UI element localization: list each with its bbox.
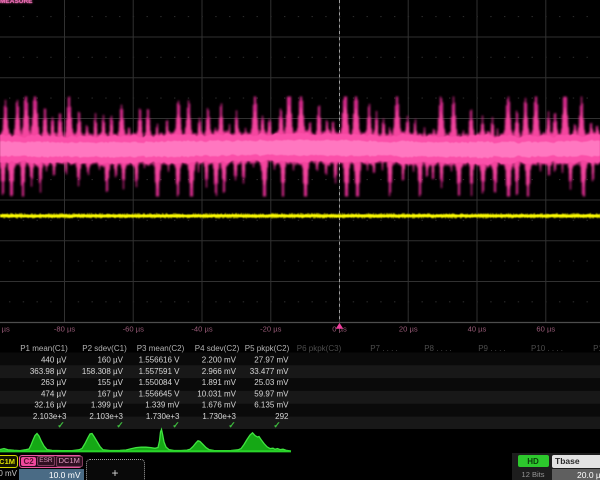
svg-text:2.200 mV: 2.200 mV <box>202 356 237 365</box>
svg-text:1.399 µV: 1.399 µV <box>91 401 124 410</box>
svg-text:P9 . . . .: P9 . . . . <box>478 344 506 353</box>
svg-text:1.556645 V: 1.556645 V <box>139 389 181 398</box>
svg-text:60 µs: 60 µs <box>536 325 555 334</box>
svg-text:P1 mean(C1): P1 mean(C1) <box>20 344 68 353</box>
svg-text:263 µV: 263 µV <box>41 378 67 387</box>
svg-text:440 µV: 440 µV <box>41 356 67 365</box>
svg-text:✓: ✓ <box>172 420 180 430</box>
svg-text:✓: ✓ <box>57 420 65 430</box>
svg-text:6.135 mV: 6.135 mV <box>254 401 289 410</box>
svg-text:-60 µs: -60 µs <box>123 325 144 334</box>
svg-text:P7 . . . .: P7 . . . . <box>370 344 398 353</box>
svg-text:40 µs: 40 µs <box>468 325 487 334</box>
svg-text:10.031 mV: 10.031 mV <box>197 389 236 398</box>
svg-text:363.98 µV: 363.98 µV <box>30 367 67 376</box>
svg-text:P6 pkpk(C3): P6 pkpk(C3) <box>297 344 342 353</box>
svg-text:P2 sdev(C1): P2 sdev(C1) <box>82 344 127 353</box>
svg-text:32.16 µV: 32.16 µV <box>34 401 67 410</box>
svg-text:✓: ✓ <box>273 420 281 430</box>
svg-text:-40 µs: -40 µs <box>191 325 212 334</box>
svg-text:160 µV: 160 µV <box>97 356 123 365</box>
svg-text:155 µV: 155 µV <box>97 378 123 387</box>
svg-text:-80 µs: -80 µs <box>54 325 75 334</box>
svg-text:59.97 mV: 59.97 mV <box>254 389 289 398</box>
svg-text:25.03 mV: 25.03 mV <box>254 378 289 387</box>
svg-text:✓: ✓ <box>116 420 124 430</box>
svg-text:1.557591 V: 1.557591 V <box>139 367 181 376</box>
svg-text:-20 µs: -20 µs <box>260 325 281 334</box>
svg-text:P4 sdev(C2): P4 sdev(C2) <box>195 344 240 353</box>
svg-text:474 µV: 474 µV <box>41 389 67 398</box>
svg-text:P1: P1 <box>593 344 600 353</box>
svg-text:2.966 mV: 2.966 mV <box>202 367 237 376</box>
svg-text:P3 mean(C2): P3 mean(C2) <box>137 344 185 353</box>
svg-text:1.339 mV: 1.339 mV <box>145 401 180 410</box>
svg-text:158.308 µV: 158.308 µV <box>82 367 124 376</box>
svg-text:27.97 mV: 27.97 mV <box>254 356 289 365</box>
svg-text:33.477 mV: 33.477 mV <box>250 367 289 376</box>
svg-text:P8 . . . .: P8 . . . . <box>424 344 452 353</box>
svg-text:P10 . . . .: P10 . . . . <box>531 344 563 353</box>
svg-text:P5 pkpk(C2): P5 pkpk(C2) <box>245 344 290 353</box>
svg-text:167 µV: 167 µV <box>97 389 123 398</box>
svg-text:1.891 mV: 1.891 mV <box>202 378 237 387</box>
svg-text:1.556616 V: 1.556616 V <box>139 356 181 365</box>
svg-text:1.676 mV: 1.676 mV <box>202 401 237 410</box>
svg-text:1.550084 V: 1.550084 V <box>139 378 181 387</box>
svg-text:20 µs: 20 µs <box>399 325 418 334</box>
svg-text:✓: ✓ <box>228 420 236 430</box>
svg-text:-100 µs: -100 µs <box>0 325 10 334</box>
